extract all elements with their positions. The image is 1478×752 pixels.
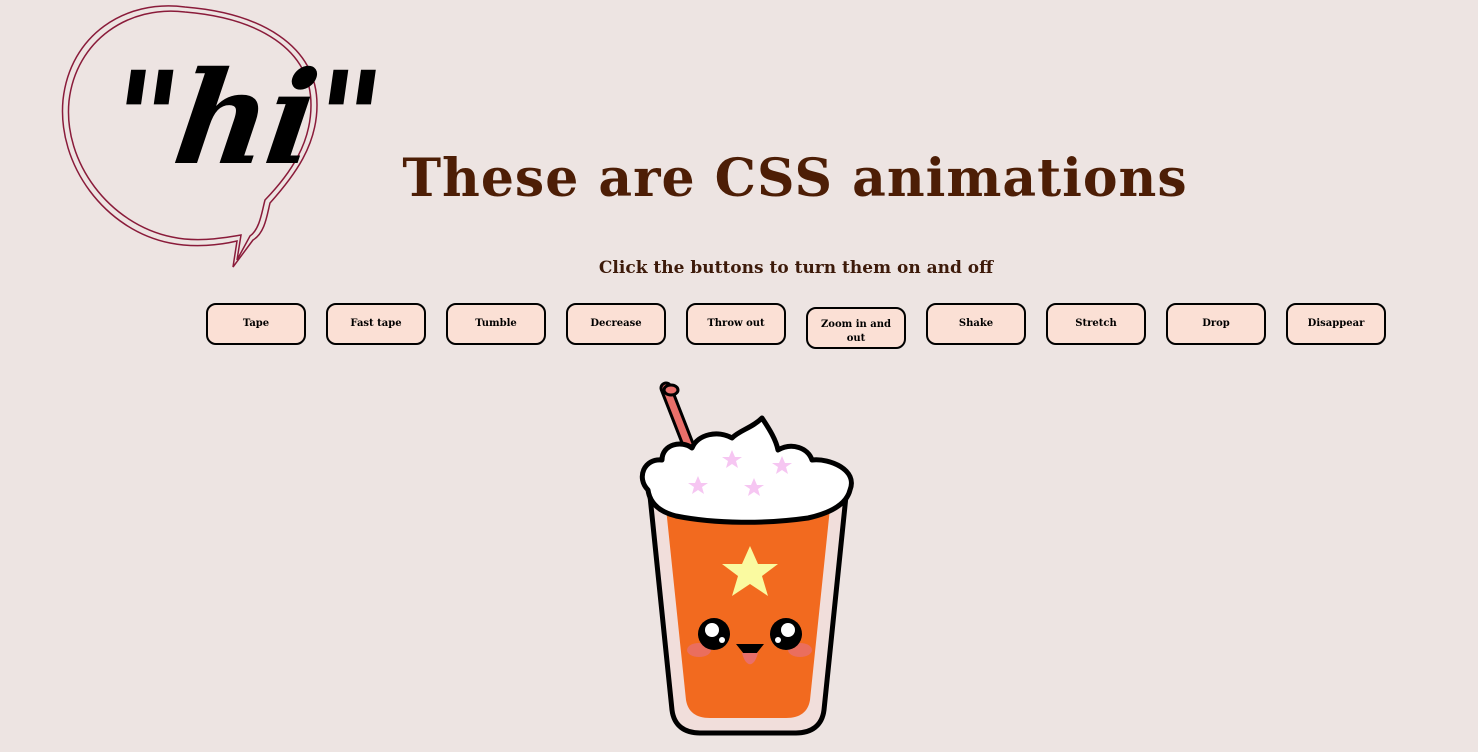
tumble-button[interactable]: Tumble — [446, 303, 546, 345]
zoom-in-and-out-button[interactable]: Zoom in and out — [806, 307, 906, 349]
page-subtitle: Click the buttons to turn them on and of… — [598, 258, 994, 278]
stretch-button[interactable]: Stretch — [1046, 303, 1146, 345]
drop-button[interactable]: Drop — [1166, 303, 1266, 345]
kawaii-drink-cup-icon — [639, 381, 854, 736]
disappear-button[interactable]: Disappear — [1286, 303, 1386, 345]
page-title: These are CSS animations — [402, 148, 1188, 209]
decrease-button[interactable]: Decrease — [566, 303, 666, 345]
fast-tape-button[interactable]: Fast tape — [326, 303, 426, 345]
tape-button[interactable]: Tape — [206, 303, 306, 345]
page: "hi" These are CSS animations Click the … — [0, 0, 1478, 752]
animation-button-row: Tape Fast tape Tumble Decrease Throw out… — [206, 303, 1406, 349]
throw-out-button[interactable]: Throw out — [686, 303, 786, 345]
shake-button[interactable]: Shake — [926, 303, 1026, 345]
